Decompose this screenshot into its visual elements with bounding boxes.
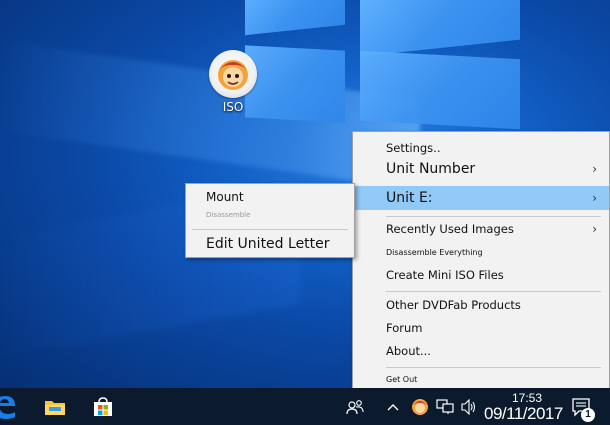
menu-item-get-out[interactable]: Get Out	[353, 372, 609, 388]
folder-icon	[45, 400, 65, 415]
people-button[interactable]	[342, 388, 368, 425]
file-explorer-button[interactable]	[40, 388, 70, 425]
chevron-right-icon: ›	[592, 222, 597, 236]
submenu-item-edit-letter[interactable]: Edit United Letter	[186, 233, 354, 255]
menu-separator	[386, 367, 601, 368]
menu-item-label: Other DVDFab Products	[386, 298, 521, 312]
network-button[interactable]	[434, 388, 456, 425]
edge-icon	[0, 395, 15, 419]
unit-submenu: Mount Disassemble Edit United Letter	[185, 183, 355, 258]
clock-time: 17:53	[512, 391, 543, 405]
notification-count-badge: 1	[581, 408, 595, 422]
menu-item-other-dvdfab-products[interactable]: Other DVDFab Products	[353, 294, 609, 316]
submenu-item-mount[interactable]: Mount	[186, 187, 354, 207]
menu-item-label: Unit Number	[386, 161, 476, 177]
menu-item-label: Disassemble	[206, 211, 251, 219]
menu-item-label: Mount	[206, 190, 244, 204]
volume-button[interactable]	[458, 388, 480, 425]
dvdfab-virtual-drive-icon	[209, 50, 257, 98]
menu-separator	[386, 291, 601, 292]
menu-item-recently-used-images[interactable]: Recently Used Images ›	[353, 218, 609, 240]
chevron-right-icon: ›	[592, 191, 597, 205]
menu-separator	[386, 216, 601, 217]
menu-item-create-mini-iso[interactable]: Create Mini ISO Files	[353, 264, 609, 286]
dvdfab-tray-icon	[412, 398, 428, 415]
action-center-button[interactable]: 1	[566, 388, 598, 425]
menu-item-label: Unit E:	[386, 190, 433, 206]
menu-item-label: Disassemble Everything	[386, 248, 483, 257]
network-icon	[436, 398, 454, 414]
desktop-icon-iso[interactable]: ISO	[203, 50, 263, 114]
menu-item-about[interactable]: About...	[353, 340, 609, 362]
taskbar: 17:53 09/11/2017 1	[0, 388, 610, 425]
menu-item-unit-number[interactable]: Unit Number ›	[353, 157, 609, 181]
tray-context-menu: Settings.. Unit Number › Unit E: › Recen…	[352, 131, 610, 391]
menu-item-label: Forum	[386, 321, 423, 335]
clock-button[interactable]: 17:53 09/11/2017	[482, 388, 563, 425]
speaker-icon	[461, 398, 476, 415]
menu-separator	[192, 229, 348, 230]
chevron-up-icon	[387, 403, 399, 410]
menu-item-unit-e[interactable]: Unit E: ›	[353, 186, 609, 210]
show-hidden-icons-button[interactable]	[384, 388, 402, 425]
desktop-icon-label: ISO	[222, 100, 244, 114]
submenu-item-disassemble: Disassemble	[186, 208, 354, 222]
menu-item-label: About...	[386, 344, 431, 358]
chevron-right-icon: ›	[592, 162, 597, 176]
menu-item-forum[interactable]: Forum	[353, 317, 609, 339]
menu-item-settings[interactable]: Settings..	[353, 138, 609, 158]
menu-item-label: Create Mini ISO Files	[386, 268, 504, 282]
store-icon	[94, 396, 112, 416]
edge-browser-button[interactable]	[0, 388, 18, 425]
clock-date: 09/11/2017	[484, 404, 563, 423]
menu-item-disassemble-everything[interactable]: Disassemble Everything	[353, 245, 609, 261]
wallpaper-window-pane	[245, 0, 345, 36]
people-icon	[346, 399, 364, 414]
menu-item-label: Get Out	[386, 375, 418, 384]
menu-item-label: Edit United Letter	[206, 236, 330, 252]
wallpaper-window-pane	[360, 50, 520, 130]
store-button[interactable]	[88, 388, 118, 425]
wallpaper-window-pane	[360, 0, 520, 57]
menu-item-label: Recently Used Images	[386, 222, 514, 236]
dvdfab-tray-button[interactable]	[409, 388, 431, 425]
menu-item-label: Settings..	[386, 141, 441, 155]
